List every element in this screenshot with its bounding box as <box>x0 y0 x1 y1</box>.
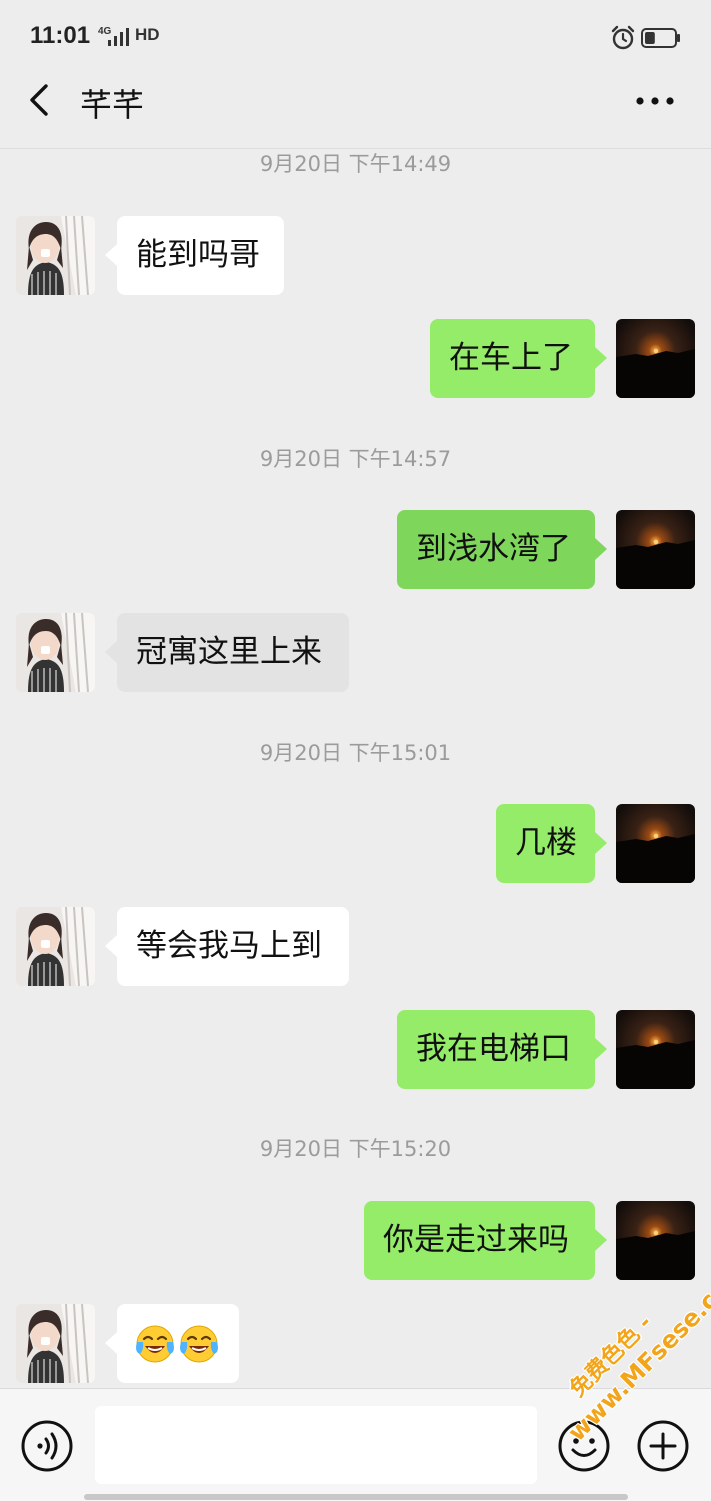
message-bubble-incoming[interactable]: 能到吗哥 <box>105 216 284 295</box>
contact-avatar[interactable] <box>16 216 95 295</box>
status-time: 11:01 <box>30 22 91 49</box>
message-input[interactable] <box>95 1406 537 1484</box>
home-indicator[interactable] <box>84 1494 628 1500</box>
contact-avatar[interactable] <box>16 907 95 986</box>
alarm-icon <box>611 25 635 50</box>
my-avatar[interactable] <box>616 510 695 589</box>
timestamp: 9月20日 下午15:20 <box>259 1137 452 1161</box>
face-tears-of-joy-icon <box>180 1325 218 1363</box>
composer-bar <box>0 1388 711 1501</box>
message-bubble-outgoing[interactable]: 在车上了 <box>430 319 607 398</box>
voice-input-icon[interactable] <box>20 1419 74 1473</box>
timestamp: 9月20日 下午15:01 <box>259 741 452 765</box>
my-avatar[interactable] <box>616 804 695 883</box>
contact-avatar[interactable] <box>16 1304 95 1383</box>
message-bubble-outgoing[interactable]: 几楼 <box>496 804 607 883</box>
message-bubble-outgoing[interactable]: 你是走过来吗 <box>364 1201 607 1280</box>
hd-voice-label: HD <box>135 25 160 44</box>
battery-icon <box>641 28 680 48</box>
message-list[interactable]: 9月20日 下午14:49 能到吗哥 在车上了 9月20日 下午14:57 到浅… <box>0 148 711 1388</box>
emoji-picker-icon[interactable] <box>557 1419 611 1473</box>
my-avatar[interactable] <box>616 319 695 398</box>
message-bubble-incoming[interactable]: 冠寓这里上来 <box>105 613 349 692</box>
message-bubble-outgoing[interactable]: 到浅水湾了 <box>397 510 607 589</box>
message-bubble-outgoing[interactable]: 我在电梯口 <box>397 1010 607 1089</box>
face-tears-of-joy-icon <box>136 1325 174 1363</box>
timestamp: 9月20日 下午14:57 <box>259 447 452 471</box>
message-bubble-incoming-emoji[interactable] <box>105 1304 239 1383</box>
status-bar: 11:01 4G HD <box>0 0 711 72</box>
chat-title: 芊芊 <box>80 86 145 124</box>
more-options-icon[interactable] <box>634 86 676 116</box>
signal-icon <box>108 28 129 46</box>
message-bubble-incoming[interactable]: 等会我马上到 <box>105 907 349 986</box>
contact-avatar[interactable] <box>16 613 95 692</box>
chat-header: 芊芊 <box>0 72 711 149</box>
back-arrow-icon[interactable] <box>24 80 56 120</box>
more-functions-plus-icon[interactable] <box>636 1419 690 1473</box>
timestamp: 9月20日 下午14:49 <box>259 152 452 176</box>
my-avatar[interactable] <box>616 1201 695 1280</box>
my-avatar[interactable] <box>616 1010 695 1089</box>
